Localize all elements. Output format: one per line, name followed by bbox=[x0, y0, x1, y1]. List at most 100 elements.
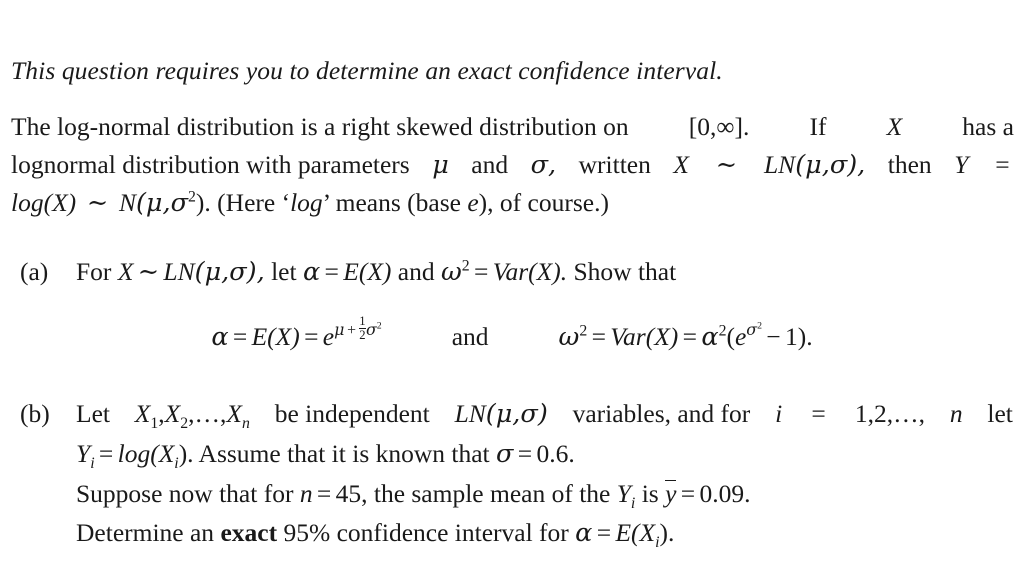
greek-alpha: α bbox=[302, 257, 321, 287]
variable-list: X1,X2,…,Xn bbox=[135, 394, 250, 434]
expectation-argument-open: (X bbox=[631, 518, 656, 547]
log-function: log bbox=[11, 188, 44, 217]
sample-size-value: 45, bbox=[335, 479, 368, 508]
variable-X: X bbox=[673, 150, 689, 179]
variance-Var: Var bbox=[492, 257, 529, 286]
greek-omega: ω bbox=[558, 321, 580, 352]
equals-sign: = bbox=[682, 321, 697, 351]
log-argument-close: ). bbox=[178, 439, 194, 468]
log-function: log bbox=[117, 439, 151, 468]
LN-arguments: (μ,σ), bbox=[194, 257, 265, 287]
part-a-show-that: Show that bbox=[573, 257, 677, 286]
log-argument: (X) bbox=[43, 188, 77, 217]
variable-X1: X bbox=[134, 399, 151, 428]
N-arguments-close: ). bbox=[195, 188, 211, 217]
fraction-denominator: 2 bbox=[359, 327, 366, 342]
subscript-i: i bbox=[90, 455, 95, 473]
part-b-line-1: Let X1,X2,…,Xn be independent LN(μ,σ) va… bbox=[76, 394, 1013, 434]
variable-X2: X bbox=[164, 399, 181, 428]
part-b-ci-text: confidence interval for bbox=[336, 518, 569, 547]
subscript-i: i bbox=[630, 495, 636, 513]
part-b-line-3: Suppose now that for n = 45, the sample me… bbox=[76, 474, 1013, 513]
distribution-LN: LN(μ,σ), bbox=[764, 146, 865, 184]
equals-sign: = bbox=[680, 479, 696, 508]
one-half-fraction: 12 bbox=[359, 314, 366, 342]
fraction-numerator: 1 bbox=[359, 314, 366, 328]
expectation-argument: (X) bbox=[267, 321, 300, 351]
part-b-variables-text: variables, and for bbox=[572, 399, 751, 428]
y-bar-symbol: y bbox=[665, 479, 677, 508]
variable-n: n bbox=[949, 399, 963, 428]
expectation-E: E bbox=[615, 518, 632, 547]
variable-Y: Y bbox=[76, 439, 91, 468]
expectation-argument: (X) bbox=[358, 257, 392, 286]
part-b-is: is bbox=[641, 479, 659, 508]
part-b-line-2: Yi = log(Xi). Assume that it is known that… bbox=[76, 434, 1013, 474]
greek-sigma: σ bbox=[366, 320, 377, 340]
variable-Y: Y bbox=[954, 150, 969, 179]
normal-distribution-N: N bbox=[118, 188, 136, 217]
variable-Y: Y bbox=[616, 479, 631, 508]
greek-sigma: σ bbox=[746, 320, 758, 340]
greek-omega: ω bbox=[440, 257, 462, 287]
LN-symbol: LN bbox=[763, 150, 796, 179]
equals-sign: = bbox=[811, 399, 826, 428]
exact-emphasis: exact bbox=[220, 518, 278, 547]
equals-sign: = bbox=[474, 257, 489, 286]
expectation-argument-close: ). bbox=[659, 518, 675, 547]
sample-size-n: n bbox=[299, 479, 313, 508]
confidence-level: 95% bbox=[283, 518, 331, 547]
y-bar-value: 0.09. bbox=[699, 479, 751, 508]
part-a-and: and bbox=[397, 257, 435, 286]
part-a-body: For X ∼ LN(μ,σ), let α = E(X) and ω2 = Var(X).… bbox=[76, 252, 1010, 292]
part-b-suppose: Suppose now that for bbox=[76, 479, 294, 508]
equals-sign: = bbox=[304, 321, 319, 351]
part-b: (b) Let X1,X2,…,Xn be independent LN(μ,σ… bbox=[20, 394, 1013, 553]
expectation-E: E bbox=[251, 321, 268, 351]
greek-sigma: σ, bbox=[530, 150, 557, 180]
index-i: i bbox=[775, 399, 783, 428]
log-word-quoted: log bbox=[290, 188, 323, 217]
LN-arguments: (μ,σ), bbox=[795, 150, 866, 180]
euler-e: e bbox=[467, 188, 479, 217]
intro-paragraph: The log-normal distribution is a right s… bbox=[11, 108, 1014, 222]
part-b-let2: let bbox=[987, 399, 1013, 428]
LN-symbol: LN bbox=[454, 399, 486, 428]
part-b-marker: (b) bbox=[20, 399, 50, 428]
part-a-let: let bbox=[271, 257, 297, 286]
part-b-let: Let bbox=[76, 399, 110, 428]
intro-line2-written: written bbox=[578, 150, 651, 179]
equals-sign: = bbox=[517, 439, 533, 468]
greek-alpha: α bbox=[211, 321, 229, 352]
sim-operator: ∼ bbox=[715, 150, 738, 179]
omega-exponent: 2 bbox=[461, 257, 470, 275]
part-b-independent: be independent bbox=[274, 399, 430, 428]
greek-mu: μ bbox=[432, 150, 449, 180]
part-b-body: Let X1,X2,…,Xn be independent LN(μ,σ) va… bbox=[76, 394, 1013, 553]
intro-line2-then: then bbox=[887, 150, 932, 179]
question-intro-title: This question requires you to determine … bbox=[11, 56, 723, 85]
paren-close: ). bbox=[797, 321, 813, 351]
greek-mu: μ bbox=[334, 320, 345, 340]
variable-X: X bbox=[886, 112, 903, 141]
equals-sign: = bbox=[596, 518, 612, 547]
greek-alpha: α bbox=[701, 321, 719, 352]
subscript-n: n bbox=[241, 415, 250, 433]
equals-sign: = bbox=[591, 321, 606, 351]
part-b-assume-text: Assume that it is known that bbox=[198, 439, 490, 468]
paren-open: ( bbox=[726, 321, 735, 351]
plus-sign: + bbox=[347, 322, 356, 340]
variance-argument: (X). bbox=[528, 257, 568, 286]
exponent-expression: μ +1 2 σ2 bbox=[334, 315, 382, 342]
sigma-squared-exponent: 2 bbox=[188, 188, 196, 206]
sigma-exponent: 2 bbox=[376, 321, 382, 333]
here-note-a: (Here ‘ bbox=[217, 188, 291, 217]
N-arguments-open: (μ,σ bbox=[135, 188, 188, 218]
number-one: 1 bbox=[785, 321, 798, 351]
log-argument-open: (X bbox=[150, 439, 175, 468]
part-a-for: For bbox=[76, 257, 112, 286]
euler-e: e bbox=[734, 321, 747, 351]
equals-sign: = bbox=[324, 257, 339, 286]
subscript-2: 2 bbox=[180, 415, 189, 433]
euler-e: e bbox=[322, 321, 335, 351]
